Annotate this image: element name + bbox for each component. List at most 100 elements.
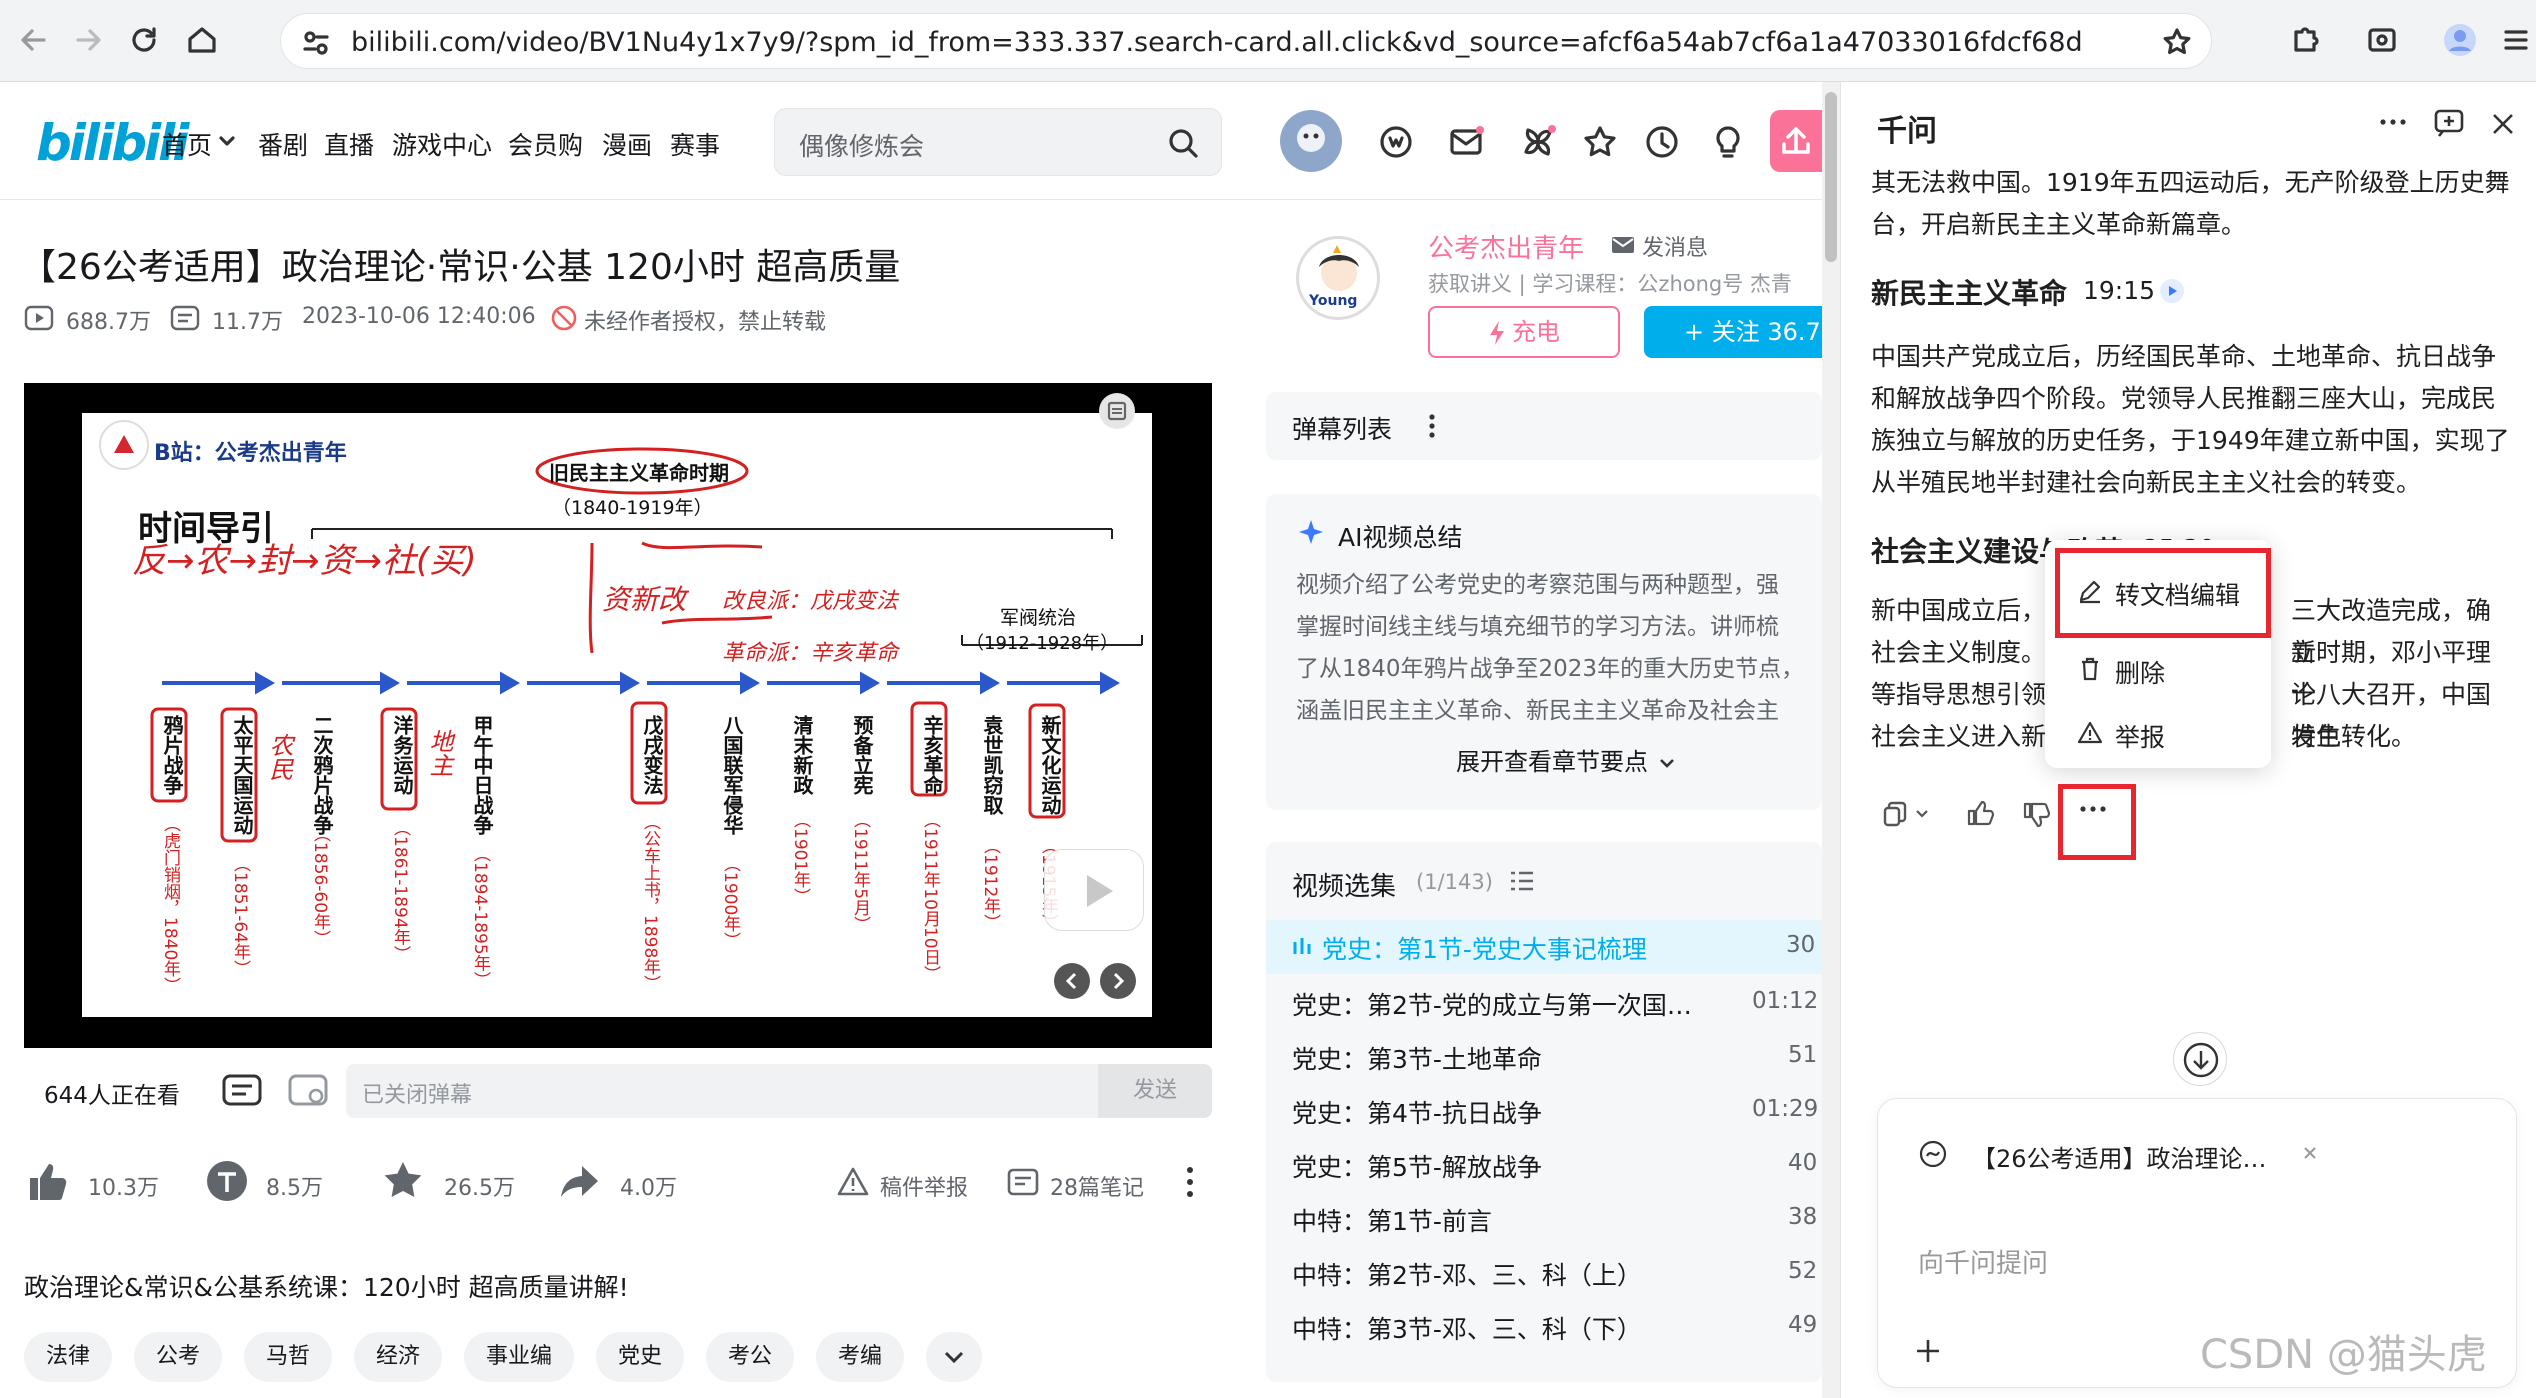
tag-item[interactable]: 考公: [706, 1332, 794, 1382]
send-message-link[interactable]: 发消息: [1642, 230, 1708, 262]
mail-icon[interactable]: [1610, 234, 1636, 256]
next-slide-icon[interactable]: [1100, 963, 1136, 999]
tag-item[interactable]: 公考: [134, 1332, 222, 1382]
forward-icon[interactable]: [66, 18, 110, 62]
scrollbar-thumb[interactable]: [1825, 92, 1837, 262]
episode-item-active[interactable]: 党史：第1节-党史大事记梳理 30: [1266, 920, 1822, 974]
charge-button[interactable]: 充电: [1428, 306, 1620, 358]
episode-item[interactable]: 中特：第1节-前言: [1292, 1202, 1492, 1238]
ai-summary-expand[interactable]: 展开查看章节要点: [1456, 742, 1678, 777]
play-icon[interactable]: [1044, 849, 1144, 931]
trash-icon[interactable]: [2077, 656, 2103, 682]
nav-anime[interactable]: 番剧: [258, 126, 308, 162]
fullscreen-toggle-icon[interactable]: [1099, 393, 1135, 429]
danmaku-input[interactable]: 已关闭弹幕: [346, 1064, 1098, 1118]
coin-icon[interactable]: [204, 1158, 250, 1204]
episode-item[interactable]: 党史：第3节-土地革命: [1292, 1040, 1542, 1076]
question-input[interactable]: 向千问提问: [1918, 1243, 2048, 1280]
follow-button[interactable]: + 关注 36.7: [1644, 306, 1822, 358]
nav-live[interactable]: 直播: [324, 126, 374, 162]
uploader-name[interactable]: 公考杰出青年: [1428, 228, 1584, 265]
thumbs-down-icon[interactable]: [2021, 800, 2051, 830]
user-avatar[interactable]: [1280, 110, 1342, 172]
page-scrollbar[interactable]: [1822, 82, 1840, 1398]
history-clock-icon[interactable]: [1642, 122, 1682, 162]
premium-icon[interactable]: [1376, 122, 1416, 162]
attachment-chip[interactable]: 【26公考适用】政治理论…: [1972, 1139, 2267, 1174]
favorite-icon[interactable]: [380, 1158, 426, 1204]
notes-label[interactable]: 28篇笔记: [1050, 1170, 1144, 1202]
tag-item[interactable]: 法律: [24, 1332, 112, 1382]
search-box[interactable]: 偶像修炼会: [774, 108, 1222, 176]
reload-icon[interactable]: [122, 18, 166, 62]
site-settings-icon[interactable]: [301, 28, 331, 58]
previous-slide-icon[interactable]: [1054, 963, 1090, 999]
like-icon[interactable]: [24, 1158, 70, 1204]
menu-item-report[interactable]: 举报: [2115, 718, 2165, 754]
report-warning-icon[interactable]: [2077, 720, 2103, 746]
browser-menu-icon[interactable]: [2494, 18, 2536, 62]
close-icon[interactable]: [2489, 110, 2517, 138]
section-timestamp[interactable]: 19:15: [2083, 276, 2155, 305]
danmaku-list-panel[interactable]: 弹幕列表: [1266, 392, 1822, 460]
episode-item[interactable]: 中特：第3节-邓、三、科（下）: [1292, 1310, 1642, 1346]
send-danmaku-button[interactable]: 发送: [1098, 1064, 1212, 1118]
episode-item[interactable]: 党史：第4节-抗日战争: [1292, 1094, 1542, 1130]
timestamp-play-icon[interactable]: [2159, 278, 2185, 304]
tag-item[interactable]: 马哲: [244, 1332, 332, 1382]
danmaku-settings-icon[interactable]: [286, 1070, 330, 1110]
report-label[interactable]: 稿件举报: [880, 1170, 968, 1202]
tag-item[interactable]: 事业编: [464, 1332, 574, 1382]
kebab-menu-icon[interactable]: [1426, 410, 1438, 442]
ai-summary-line: 掌握时间线主线与填充细节的学习方法。讲师梳: [1296, 614, 1779, 640]
thumbs-up-icon[interactable]: [1965, 798, 1995, 828]
search-icon[interactable]: [1163, 123, 1203, 163]
home-icon[interactable]: [180, 18, 224, 62]
danmaku-toggle-icon[interactable]: [220, 1070, 264, 1110]
list-view-icon[interactable]: [1508, 868, 1536, 894]
more-horizontal-icon[interactable]: [2377, 112, 2409, 132]
episode-item[interactable]: 党史：第5节-解放战争: [1292, 1148, 1542, 1184]
chevron-down-icon[interactable]: [1913, 806, 1931, 822]
tag-item[interactable]: 考编: [816, 1332, 904, 1382]
scroll-to-bottom-button[interactable]: [2173, 1032, 2227, 1086]
screenshot-icon[interactable]: [2360, 18, 2404, 62]
upload-button[interactable]: [1770, 110, 1822, 172]
ai-summary-line: 视频介绍了公考党史的考察范围与两种题型，强: [1296, 572, 1779, 598]
add-icon[interactable]: [1912, 1335, 1944, 1367]
profile-avatar-icon[interactable]: [2438, 18, 2482, 62]
bookmark-star-icon[interactable]: [2161, 26, 2193, 58]
url-text: bilibili.com/video/BV1Nu4y1x7y9/?spm_id_…: [351, 27, 2083, 58]
creation-bulb-icon[interactable]: [1708, 122, 1748, 162]
ai-summary-panel: AI视频总结 视频介绍了公考党史的考察范围与两种题型，强 掌握时间线主线与填充细…: [1266, 494, 1822, 810]
address-bar[interactable]: bilibili.com/video/BV1Nu4y1x7y9/?spm_id_…: [280, 13, 2212, 69]
nav-mall[interactable]: 会员购: [508, 126, 583, 162]
nav-manga[interactable]: 漫画: [602, 126, 652, 162]
slide-period2-years: （1912-1928年）: [966, 633, 1119, 654]
event-year: （1856-60年）: [310, 825, 330, 948]
video-player[interactable]: B站：公考杰出青年 时间导引 旧民主主义革命时期 （1840-1919年） 军阀…: [24, 383, 1212, 1048]
menu-item-delete[interactable]: 删除: [2115, 654, 2165, 690]
notes-icon[interactable]: [1006, 1166, 1040, 1198]
search-input[interactable]: 偶像修炼会: [799, 127, 924, 163]
report-warning-icon[interactable]: [836, 1166, 870, 1198]
share-icon[interactable]: [556, 1158, 602, 1204]
nav-esports[interactable]: 赛事: [670, 126, 720, 162]
tags-expand-button[interactable]: [926, 1332, 982, 1382]
message-icon[interactable]: [1446, 122, 1486, 162]
dynamic-icon[interactable]: [1518, 122, 1558, 162]
more-options-icon[interactable]: [1180, 1162, 1200, 1202]
episode-item[interactable]: 党史：第2节-党的成立与第一次国…: [1292, 986, 1692, 1022]
tag-item[interactable]: 经济: [354, 1332, 442, 1382]
back-icon[interactable]: [12, 18, 56, 62]
tag-item[interactable]: 党史: [596, 1332, 684, 1382]
nav-games[interactable]: 游戏中心: [392, 126, 492, 162]
favorites-star-icon[interactable]: [1580, 122, 1620, 162]
extensions-icon[interactable]: [2282, 18, 2326, 62]
remove-attachment-icon[interactable]: [2300, 1143, 2320, 1163]
nav-home[interactable]: 首页: [162, 126, 212, 162]
new-chat-icon[interactable]: [2433, 108, 2465, 138]
episode-item[interactable]: 中特：第2节-邓、三、科（上）: [1292, 1256, 1642, 1292]
uploader-avatar[interactable]: Young: [1296, 236, 1380, 320]
copy-icon[interactable]: [1881, 800, 1909, 828]
